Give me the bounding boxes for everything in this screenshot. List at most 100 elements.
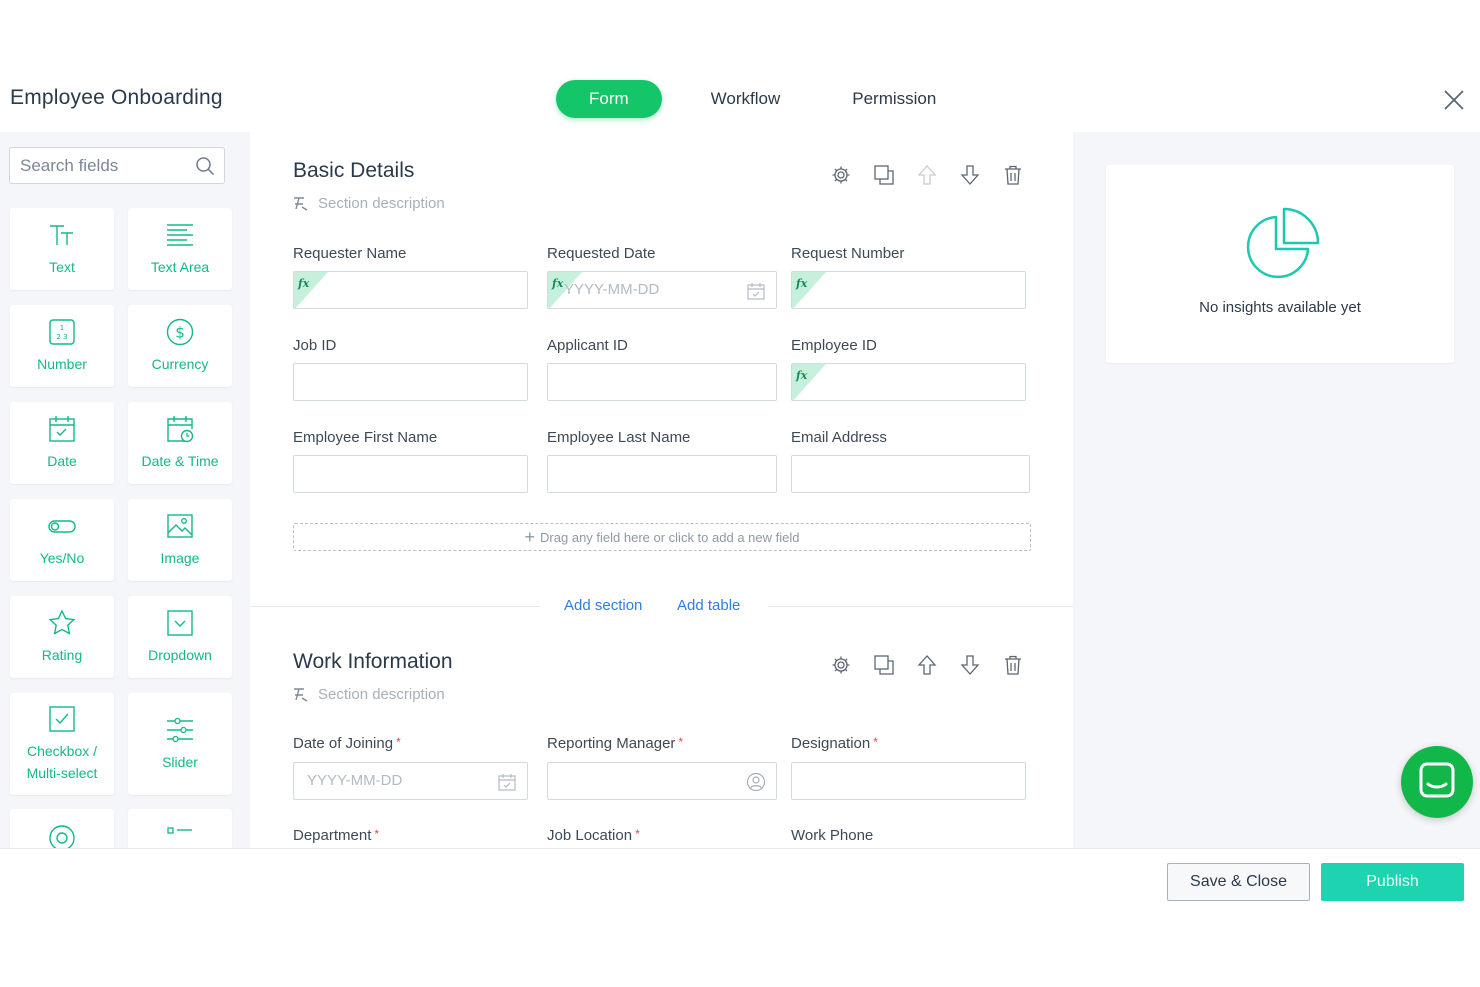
- search-input[interactable]: [20, 155, 190, 177]
- insights-empty-text: No insights available yet: [1199, 299, 1361, 316]
- plus-icon: +: [524, 526, 536, 547]
- tile-currency[interactable]: $ Currency: [128, 305, 232, 387]
- required-marker: *: [635, 827, 640, 841]
- tile-text-area[interactable]: Text Area: [128, 208, 232, 290]
- svg-text:2 3: 2 3: [56, 333, 67, 341]
- svg-text:fx: fx: [551, 277, 564, 290]
- field-label: Applicant ID: [547, 337, 628, 354]
- number-icon: 12 3: [49, 319, 75, 345]
- applicant-id-input[interactable]: [547, 363, 777, 401]
- gear-icon: [832, 656, 850, 674]
- tab-form[interactable]: Form: [556, 80, 662, 118]
- tile-slider[interactable]: Slider: [128, 693, 232, 795]
- tile-label: Date & Time: [141, 453, 219, 469]
- search-icon[interactable]: [195, 156, 215, 176]
- arrow-down-icon: [960, 655, 980, 675]
- job-id-input[interactable]: [293, 363, 528, 401]
- employee-id-input[interactable]: fx: [791, 363, 1026, 401]
- delete-button[interactable]: [1002, 653, 1045, 677]
- tab-permission[interactable]: Permission: [819, 80, 969, 118]
- calendar-icon[interactable]: [746, 281, 766, 301]
- move-down-button[interactable]: [959, 163, 1002, 187]
- date-placeholder: YYYY-MM-DD: [564, 281, 660, 298]
- text-format-icon: [294, 197, 308, 211]
- tile-yes-no[interactable]: Yes/No: [10, 499, 114, 581]
- dropzone-text: Drag any field here or click to add a ne…: [540, 529, 800, 545]
- formula-icon: fx: [294, 272, 328, 308]
- trash-icon: [1005, 165, 1021, 185]
- tile-number[interactable]: 12 3 Number: [10, 305, 114, 387]
- slider-icon: [167, 717, 193, 743]
- employee-first-name-input[interactable]: [293, 455, 528, 493]
- move-up-button[interactable]: [916, 653, 959, 677]
- field-label: Work Phone: [791, 827, 873, 844]
- tile-label: Text Area: [150, 259, 210, 275]
- copy-icon: [874, 655, 894, 675]
- publish-button[interactable]: Publish: [1321, 863, 1464, 901]
- move-down-button[interactable]: [959, 653, 1002, 677]
- tile-label: Slider: [162, 754, 198, 770]
- chat-button[interactable]: [1401, 746, 1473, 818]
- tile-text[interactable]: Text: [10, 208, 114, 290]
- requested-date-input[interactable]: fx YYYY-MM-DD: [547, 271, 777, 309]
- tile-checkbox-multi-select[interactable]: Checkbox / Multi-select: [10, 693, 114, 795]
- svg-text:$: $: [175, 324, 185, 342]
- tile-image[interactable]: Image: [128, 499, 232, 581]
- delete-button[interactable]: [1002, 163, 1045, 187]
- arrow-up-icon: [917, 655, 937, 675]
- request-number-input[interactable]: fx: [791, 271, 1026, 309]
- tile-date[interactable]: Date: [10, 402, 114, 484]
- tile-date-time[interactable]: Date & Time: [128, 402, 232, 484]
- text-area-icon: [167, 224, 193, 246]
- section-description-text: Section description: [318, 686, 445, 703]
- requester-name-input[interactable]: fx: [293, 271, 528, 309]
- calendar-icon[interactable]: [497, 772, 517, 792]
- insights-panel: No insights available yet: [1073, 132, 1480, 848]
- close-button[interactable]: [1440, 86, 1468, 114]
- move-up-button[interactable]: [916, 163, 959, 187]
- tile-rating[interactable]: Rating: [10, 596, 114, 678]
- field-label: Request Number: [791, 245, 905, 262]
- settings-button[interactable]: [830, 163, 873, 187]
- section-description[interactable]: Section description: [293, 686, 445, 703]
- gear-icon: [832, 166, 850, 184]
- divider: [250, 606, 540, 607]
- formula-icon: fx: [792, 272, 826, 308]
- designation-input[interactable]: [791, 762, 1026, 800]
- section-title[interactable]: Work Information: [293, 650, 453, 674]
- tile-partial-right[interactable]: [128, 809, 232, 848]
- duplicate-button[interactable]: [873, 163, 916, 187]
- tile-label: Dropdown: [148, 647, 212, 663]
- close-icon: [1444, 90, 1464, 110]
- tile-dropdown[interactable]: Dropdown: [128, 596, 232, 678]
- tile-label: Text: [49, 259, 75, 275]
- tile-label: Image: [160, 550, 200, 566]
- tile-label: Currency: [151, 356, 209, 372]
- employee-last-name-input[interactable]: [547, 455, 777, 493]
- duplicate-button[interactable]: [873, 653, 916, 677]
- list-icon: [167, 827, 192, 834]
- field-label-text: Date of Joining: [293, 735, 394, 752]
- tab-bar: Form Workflow Permission: [556, 80, 969, 118]
- field-label-text: Work Phone: [791, 827, 874, 844]
- field-label-text: Designation: [791, 735, 871, 752]
- form-canvas: Basic Details Section description Reques…: [250, 132, 1073, 848]
- section-title[interactable]: Basic Details: [293, 159, 414, 183]
- date-of-joining-input[interactable]: YYYY-MM-DD: [293, 762, 528, 800]
- field-label: Requested Date: [547, 245, 656, 262]
- add-table-link[interactable]: Add table: [677, 597, 740, 614]
- tab-workflow[interactable]: Workflow: [678, 80, 814, 118]
- reporting-manager-input[interactable]: [547, 762, 777, 800]
- trash-icon: [1005, 655, 1021, 675]
- field-label: Reporting Manager *: [547, 735, 683, 752]
- field-label: Employee Last Name: [547, 429, 691, 446]
- page-title: Employee Onboarding: [10, 86, 223, 109]
- add-field-dropzone[interactable]: + Drag any field here or click to add a …: [293, 523, 1031, 551]
- email-address-input[interactable]: [791, 455, 1030, 493]
- section-description[interactable]: Section description: [293, 195, 445, 212]
- settings-button[interactable]: [830, 653, 873, 677]
- save-close-button[interactable]: Save & Close: [1167, 863, 1310, 901]
- add-section-link[interactable]: Add section: [564, 597, 642, 614]
- tile-partial-left[interactable]: [10, 809, 114, 848]
- text-format-icon: [294, 688, 308, 702]
